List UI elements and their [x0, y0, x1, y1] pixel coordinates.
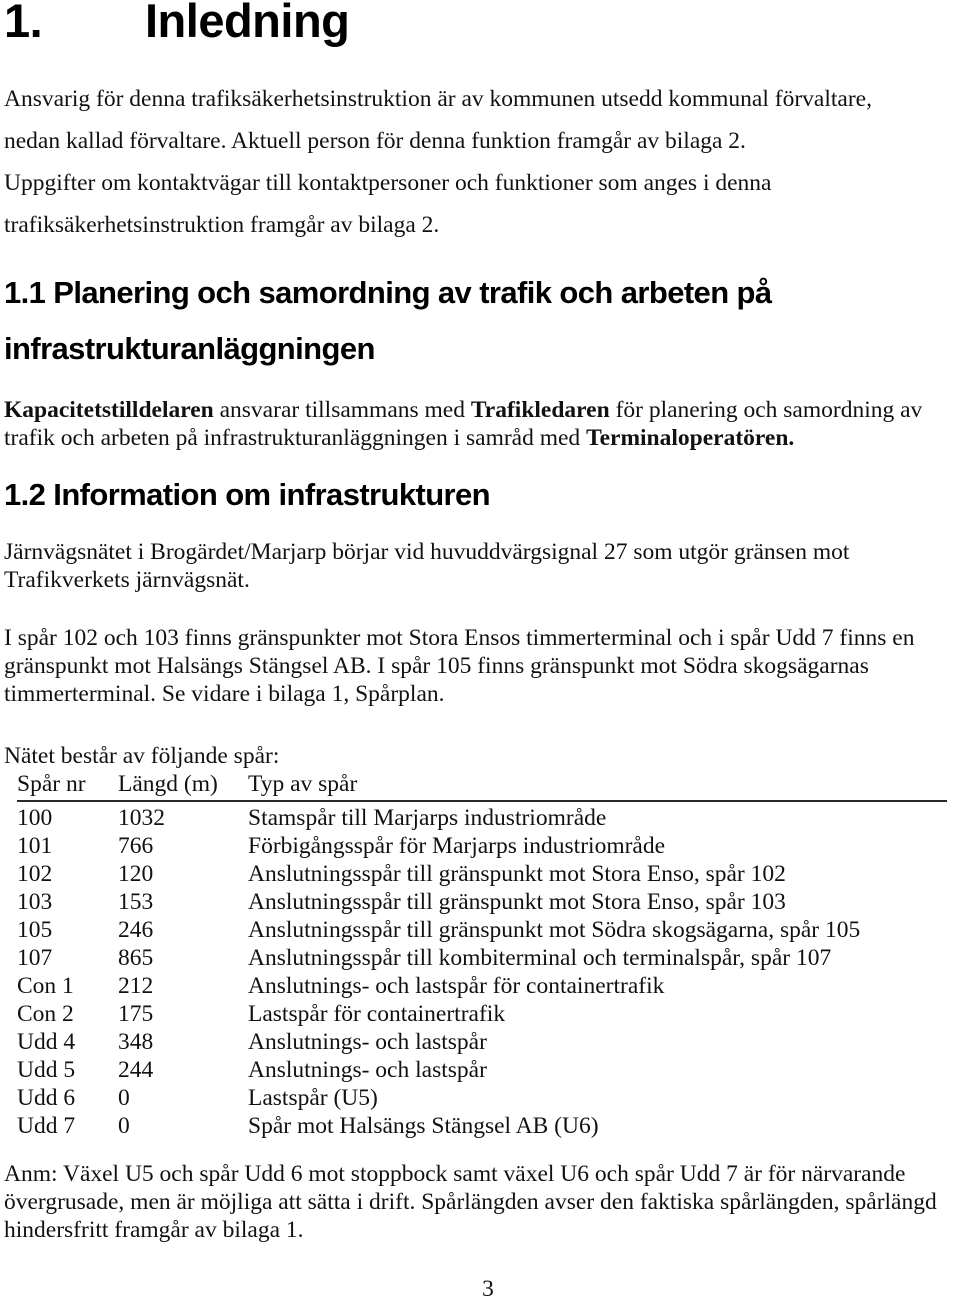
table-row: 107 865 Anslutningsspår till kombiterminal… — [17, 944, 947, 972]
table-row: 102 120 Anslutningsspår till gränspunkt mo… — [17, 860, 947, 888]
table-row: 105 246 Anslutningsspår till gränspunkt mo… — [17, 916, 947, 944]
column-header-track-number: Spår nr — [17, 770, 118, 802]
intro-line-3: Uppgifter om kontaktvägar till kontaktpe… — [4, 170, 772, 196]
column-header-track-type: Typ av spår — [248, 770, 947, 802]
cell-length: 120 — [118, 861, 154, 887]
cell-track-type: Anslutningsspår till kombiterminal och t… — [248, 945, 832, 971]
cell-track-type: Förbigångsspår för Marjarps industriområ… — [248, 833, 666, 859]
page-title-number: 1. — [4, 0, 43, 47]
column-header-length: Längd (m) — [118, 770, 248, 802]
cell-track-number: 102 — [17, 861, 53, 887]
table-row: 101 766 Förbigångsspår för Marjarps indust… — [17, 832, 947, 860]
intro-line-2: nedan kallad förvaltare. Aktuell person … — [4, 128, 746, 154]
note-paragraph: Anm: Växel U5 och spår Udd 6 mot stoppbo… — [4, 1161, 937, 1243]
cell-track-number: Udd 5 — [17, 1057, 76, 1083]
cell-track-type: Spår mot Halsängs Stängsel AB (U6) — [248, 1113, 599, 1139]
intro-line-1: Ansvarig för denna trafiksäkerhetsinstru… — [4, 86, 872, 112]
cell-track-number: Con 2 — [17, 1001, 74, 1027]
cell-length: 1032 — [118, 805, 165, 831]
page-title-text: Inledning — [145, 0, 350, 47]
cell-length: 865 — [118, 945, 154, 971]
intro-line-4: trafiksäkerhetsinstruktion framgår av bi… — [4, 212, 440, 238]
cell-track-number: 107 — [17, 945, 53, 971]
table-row: Udd 5 244 Anslutnings- och lastspår — [17, 1056, 947, 1084]
cell-length: 244 — [118, 1057, 154, 1083]
cell-track-number: 101 — [17, 833, 53, 859]
cell-track-number: 103 — [17, 889, 53, 915]
table-row: Con 1 212 Anslutnings- och lastspår för co… — [17, 972, 947, 1000]
cell-track-number: 105 — [17, 917, 53, 943]
cell-track-number: Udd 7 — [17, 1113, 76, 1139]
table-header-row: Spår nr Längd (m) Typ av spår — [17, 770, 947, 802]
track-table-header: Spår nr Längd (m) Typ av spår — [17, 770, 947, 802]
term-kapacitetstilldelaren: Kapacitetstilldelaren — [4, 397, 214, 423]
table-row: Udd 7 0 Spår mot Halsängs Stängsel AB (U6) — [17, 1112, 947, 1140]
track-table-body: 100 1032 Stamspår till Marjarps industriom… — [17, 801, 947, 1140]
cell-track-number: Con 1 — [17, 973, 74, 999]
table-row: Udd 6 0 Lastspår (U5) — [17, 1084, 947, 1112]
cell-length: 0 — [118, 1085, 130, 1111]
table-lead-in-text: Nätet består av följande spår: — [4, 743, 280, 769]
section-heading-1-2: 1.2 Information om infrastrukturen — [4, 477, 491, 512]
page-number: 3 — [482, 1276, 494, 1302]
cell-length: 212 — [118, 973, 154, 999]
intro-paragraph: Ansvarig för denna trafiksäkerhetsinstru… — [4, 78, 956, 246]
cell-length: 348 — [118, 1029, 154, 1055]
cell-track-number: 100 — [17, 805, 53, 831]
cell-track-type: Lastspår för containertrafik — [248, 1001, 506, 1027]
table-row: 100 1032 Stamspår till Marjarps industriom… — [17, 801, 947, 832]
cell-length: 0 — [118, 1113, 130, 1139]
cell-track-number: Udd 4 — [17, 1029, 76, 1055]
cell-length: 246 — [118, 917, 154, 943]
cell-length: 766 — [118, 833, 154, 859]
track-table: Spår nr Längd (m) Typ av spår 100 1032 Sta… — [17, 770, 947, 1140]
table-row: 103 153 Anslutningsspår till gränspunkt mo… — [17, 888, 947, 916]
section-1-2-paragraph-a: Järnvägsnätet i Brogärdet/Marjarp börjar… — [4, 539, 850, 593]
document-page: 1. Inledning Ansvarig för denna trafiksäk… — [0, 0, 960, 1316]
section-1-1-paragraph: Kapacitetstilldelaren ansvarar tillsamma… — [4, 396, 944, 452]
cell-track-type: Lastspår (U5) — [248, 1085, 378, 1111]
cell-track-type: Anslutningsspår till gränspunkt mot Södr… — [248, 917, 861, 943]
table-row: Con 2 175 Lastspår för containertrafik — [17, 1000, 947, 1028]
cell-length: 153 — [118, 889, 154, 915]
term-terminaloperatoren: Terminaloperatören. — [586, 425, 795, 451]
cell-track-number: Udd 6 — [17, 1085, 76, 1111]
term-trafikledaren: Trafikledaren — [470, 397, 610, 423]
cell-track-type: Anslutningsspår till gränspunkt mot Stor… — [248, 861, 786, 887]
page-title: 1. Inledning — [4, 0, 904, 50]
cell-track-type: Stamspår till Marjarps industriområde — [248, 805, 607, 831]
table-row: Udd 4 348 Anslutnings- och lastspår — [17, 1028, 947, 1056]
cell-track-type: Anslutnings- och lastspår — [248, 1057, 487, 1083]
cell-length: 175 — [118, 1001, 154, 1027]
cell-track-type: Anslutningsspår till gränspunkt mot Stor… — [248, 889, 786, 915]
cell-track-type: Anslutnings- och lastspår för containert… — [248, 973, 665, 999]
section-1-2-paragraph-b: I spår 102 och 103 finns gränspunkter mo… — [4, 625, 915, 707]
section-heading-1-1: 1.1 Planering och samordning av trafik o… — [4, 275, 772, 366]
cell-track-type: Anslutnings- och lastspår — [248, 1029, 487, 1055]
section-1-1-text-1: ansvarar tillsammans med — [213, 397, 471, 423]
